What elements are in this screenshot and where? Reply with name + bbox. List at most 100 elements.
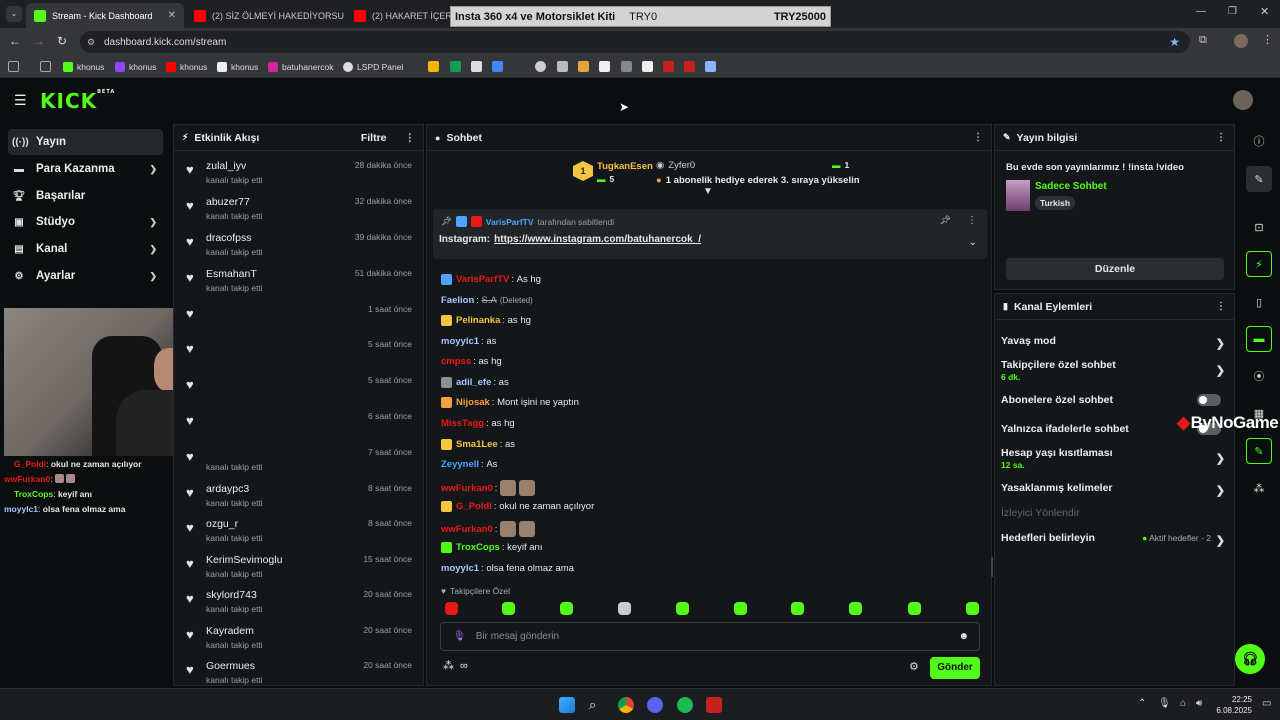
- emote-icon[interactable]: [734, 602, 747, 615]
- unpin-icon[interactable]: 📌︎: [940, 215, 951, 226]
- tab-youtube-2[interactable]: (2) HAKARET İÇERİRİ Tü: [346, 3, 450, 28]
- activity-item[interactable]: ♥ kanalı takip etti 7 saat önce: [182, 445, 414, 479]
- send-button[interactable]: Gönder: [930, 657, 980, 679]
- activity-item[interactable]: ♥ abuzer77 kanalı takip etti 32 dakika önce: [182, 194, 414, 228]
- emote-icon[interactable]: [791, 602, 804, 615]
- activity-item[interactable]: ♥ ozgu_r kanalı takip etti 8 saat önce: [182, 516, 414, 550]
- pinned-link[interactable]: https://www.instagram.com/batuhanercok_/: [494, 234, 701, 245]
- gift-prompt[interactable]: ● 1 abonelik hediye ederek 3. sıraya yüks…: [656, 175, 860, 186]
- mic-tray-icon[interactable]: 🎙︎: [1158, 698, 1171, 709]
- dashboard-rail-icon[interactable]: ▦: [1246, 400, 1272, 426]
- activity-item[interactable]: ♥ ardaypc3 kanalı takip etti 8 saat önce: [182, 481, 414, 515]
- folder-icon[interactable]: [40, 61, 51, 72]
- emote-icon[interactable]: [908, 602, 921, 615]
- reload-icon[interactable]: ↻: [57, 34, 67, 48]
- chat-input[interactable]: 🎙︎ Bir mesaj gönderin ☻: [440, 622, 980, 651]
- activity-item[interactable]: ♥ KerimSevimoglu kanalı takip etti 15 saat …: [182, 552, 414, 586]
- app-icon[interactable]: [706, 697, 722, 713]
- slow-mode-row[interactable]: Yavaş mod ❯: [1001, 335, 1231, 350]
- minimize-icon[interactable]: —: [1196, 6, 1206, 17]
- chat-username[interactable]: MissTagg: [441, 418, 484, 429]
- chat-username[interactable]: moyylc1: [441, 336, 479, 347]
- user-avatar[interactable]: [1233, 90, 1253, 110]
- help-button[interactable]: 🎧︎: [1235, 644, 1265, 674]
- pinned-by-user[interactable]: VarisParfTV: [486, 217, 534, 227]
- emote-icon[interactable]: [502, 602, 515, 615]
- url-field[interactable]: ⚙ dashboard.kick.com/stream ★: [80, 31, 1190, 53]
- activity-item[interactable]: ♥ 5 saat önce: [182, 337, 414, 371]
- tab-search-icon[interactable]: ⌄: [6, 6, 22, 22]
- browser-menu-icon[interactable]: ⋮: [1262, 33, 1273, 46]
- activity-menu-icon[interactable]: ⋮: [405, 132, 416, 144]
- chat-username[interactable]: Faelion: [441, 295, 474, 306]
- bookmark-icon-8[interactable]: [599, 61, 610, 72]
- bookmark-icon-5[interactable]: [535, 61, 546, 72]
- channel-actions-menu-icon[interactable]: ⋮: [1216, 301, 1226, 312]
- notifications-icon[interactable]: ▭: [1262, 698, 1271, 709]
- back-icon[interactable]: ←: [9, 34, 21, 48]
- bookmark-star-icon[interactable]: ★: [1169, 35, 1180, 49]
- activity-item[interactable]: ♥ dracofpss kanalı takip etti 39 dakika önc…: [182, 230, 414, 264]
- site-info-icon[interactable]: ⚙: [87, 37, 95, 48]
- dots-icon[interactable]: ⁂: [443, 659, 454, 672]
- chat-settings-icon[interactable]: ⚙: [909, 660, 919, 673]
- pinned-menu-icon[interactable]: ⋮: [967, 215, 977, 226]
- extensions-icon[interactable]: ⧉: [1199, 34, 1207, 47]
- document-icon[interactable]: ▯: [1246, 289, 1272, 315]
- category-name[interactable]: Sadece Sohbet: [1035, 181, 1107, 192]
- leader-user1[interactable]: TugkanEsen: [597, 161, 653, 172]
- chrome-icon[interactable]: [618, 697, 634, 713]
- set-goals-row[interactable]: Hedefleri belirleyin ● Aktif hedefler - 2…: [1001, 532, 1231, 547]
- bookmark-icon-11[interactable]: [663, 61, 674, 72]
- filter-button[interactable]: Filtre: [361, 132, 387, 144]
- kick-logo[interactable]: KICKBETA: [40, 89, 115, 113]
- chat-username[interactable]: Pelinanka: [456, 315, 500, 326]
- emote-icon[interactable]: [445, 602, 458, 615]
- activity-item[interactable]: ♥ Goermues kanalı takip etti 20 saat önce: [182, 658, 414, 692]
- subscribers-only-toggle[interactable]: [1197, 394, 1221, 406]
- search-icon[interactable]: ⌕: [589, 697, 605, 713]
- emote-icon[interactable]: [618, 602, 631, 615]
- collapse-arrow-icon[interactable]: ▼: [703, 186, 713, 197]
- windows-start-icon[interactable]: [559, 697, 575, 713]
- activity-item[interactable]: ♥ Kayradem kanalı takip etti 20 saat önce: [182, 623, 414, 657]
- apps-grid-icon[interactable]: [8, 61, 19, 72]
- emote-icon[interactable]: [560, 602, 573, 615]
- bookmark-icon-9[interactable]: [621, 61, 632, 72]
- edit-stream-button[interactable]: Düzenle: [1006, 258, 1224, 280]
- forward-icon[interactable]: →: [33, 34, 45, 48]
- chat-username[interactable]: Nijosak: [456, 397, 490, 408]
- stream-info-menu-icon[interactable]: ⋮: [1216, 132, 1226, 143]
- capture-icon[interactable]: ⊡: [1246, 214, 1272, 240]
- followers-only-row[interactable]: Takipçilere özel sohbet 6 dk. ❯: [1001, 359, 1231, 382]
- close-window-icon[interactable]: ✕: [1260, 5, 1269, 18]
- bookmark-icon-1[interactable]: [428, 61, 439, 72]
- nav-item-basarilar[interactable]: 🏆︎ Başarılar: [8, 183, 163, 209]
- restore-icon[interactable]: ❐: [1228, 6, 1237, 17]
- chat-username[interactable]: cmpss: [441, 356, 471, 367]
- chat-username[interactable]: Zeyynell: [441, 459, 479, 470]
- expand-chevron-icon[interactable]: ⌄: [969, 237, 977, 248]
- clock[interactable]: 22:25 6.08.2025: [1214, 694, 1252, 716]
- activity-item[interactable]: ♥ 1 saat önce: [182, 302, 414, 336]
- chat-username[interactable]: wwFurkan0: [441, 524, 493, 535]
- close-tab-icon[interactable]: ✕: [168, 10, 176, 21]
- activity-item[interactable]: ♥ skylord743 kanalı takip etti 20 saat önce: [182, 587, 414, 621]
- tray-chevron-icon[interactable]: ⌃: [1138, 698, 1146, 709]
- pencil-icon[interactable]: ✎: [1246, 166, 1272, 192]
- chat-username[interactable]: VarisParfTV: [456, 274, 509, 285]
- tab-youtube-1[interactable]: (2) SİZ ÖLMEYİ HAKEDİYORSUN ✕: [186, 3, 344, 28]
- chat-username[interactable]: wwFurkan0: [441, 483, 493, 494]
- bookmark-khonus-x[interactable]: khonus: [217, 60, 258, 74]
- account-age-row[interactable]: Hesap yaşı kısıtlaması 12 sa. ❯: [1001, 447, 1231, 470]
- bookmark-icon-2[interactable]: [450, 61, 461, 72]
- broadcast-rail-icon[interactable]: ⦿: [1246, 363, 1272, 389]
- bookmark-icon-3[interactable]: [471, 61, 482, 72]
- chat-username[interactable]: moyylc1: [441, 563, 479, 574]
- nav-item-para-kazanma[interactable]: ▬ Para Kazanma ❯: [8, 156, 163, 182]
- discord-icon[interactable]: [647, 697, 663, 713]
- nav-item-yayin[interactable]: ((·)) Yayın: [8, 129, 163, 155]
- nav-item-studyo[interactable]: ▣ Stüdyo ❯: [8, 209, 163, 235]
- bookmark-icon-4[interactable]: [492, 61, 503, 72]
- network-icon[interactable]: ⌂: [1180, 698, 1186, 709]
